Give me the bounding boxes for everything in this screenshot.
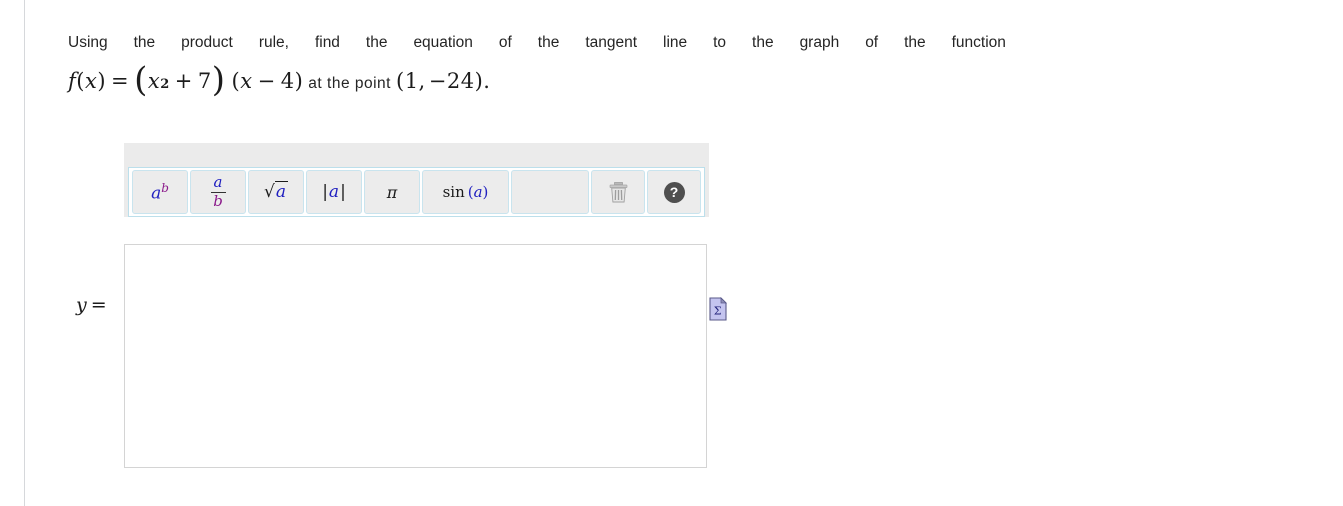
page-left-rule: [24, 0, 25, 506]
exponent-button[interactable]: ab: [132, 170, 188, 214]
math-preview-icon[interactable]: Σ: [709, 297, 727, 321]
question-word: the: [752, 34, 774, 51]
sine-glyph: sin (a): [442, 183, 489, 201]
point-x: 1,: [404, 69, 426, 93]
formula-var: x: [84, 69, 98, 93]
square-root-button[interactable]: √a: [248, 170, 304, 214]
question-word: the: [904, 34, 926, 51]
formula-paren: (: [231, 69, 241, 93]
formula-fx: f: [68, 69, 77, 93]
absolute-value-button[interactable]: |a|: [306, 170, 362, 214]
question-line-1: Using the product rule, find the equatio…: [68, 25, 1006, 61]
formula-paren: ): [97, 69, 107, 93]
clear-button[interactable]: [591, 170, 645, 214]
math-toolbar: ab a b √a |a| π sin (a) ?: [131, 170, 702, 214]
point-paren-open: (: [395, 69, 405, 93]
question-word: tangent: [585, 34, 638, 51]
formula-factor-const: 4: [280, 69, 295, 93]
question-text: Using the product rule, find the equatio…: [68, 25, 1008, 103]
formula-factor-var: x: [240, 69, 253, 93]
sine-button[interactable]: sin (a): [422, 170, 509, 214]
fraction-glyph: a b: [210, 174, 226, 209]
question-word: to: [713, 34, 727, 51]
help-button[interactable]: ?: [647, 170, 701, 214]
question-word: product: [181, 34, 233, 51]
question-word: the: [537, 34, 560, 51]
formula-paren: ): [294, 69, 304, 93]
question-word: find: [314, 34, 340, 51]
point-paren-close: ): [474, 69, 484, 93]
exponent-glyph: ab: [151, 180, 169, 204]
question-word: of: [865, 34, 879, 51]
absolute-value-glyph: |a|: [322, 182, 346, 202]
formula-term-exponent: 2: [160, 77, 170, 92]
question-word: function: [951, 34, 1006, 51]
square-root-glyph: √a: [264, 181, 288, 202]
answer-area: [124, 244, 709, 470]
answer-prefix-label: y =: [76, 294, 107, 316]
question-word: Using: [68, 34, 108, 51]
answer-input[interactable]: [124, 244, 707, 468]
math-toolbar-container: ab a b √a |a| π sin (a) ?: [128, 167, 705, 217]
question-word: line: [663, 34, 688, 51]
formula-term-const: 7: [197, 69, 212, 93]
answer-prefix-equals: =: [90, 294, 107, 316]
formula-minus: −: [257, 69, 276, 93]
answer-prefix-y: y: [76, 294, 87, 316]
question-word: the: [133, 34, 156, 51]
point-y: −24: [428, 69, 475, 93]
toolbar-spacer: [511, 170, 589, 214]
trash-icon: [609, 181, 628, 203]
help-icon: ?: [663, 181, 685, 203]
formula-plus: +: [174, 69, 193, 93]
formula-tail-text: at the point: [308, 75, 391, 92]
question-word: the: [365, 34, 388, 51]
formula-equals: =: [111, 69, 130, 93]
pi-button[interactable]: π: [364, 170, 420, 214]
pi-glyph: π: [386, 182, 398, 202]
math-editor-panel: ab a b √a |a| π sin (a) ?: [124, 143, 709, 217]
formula-period: .: [483, 69, 491, 93]
sigma-glyph: Σ: [714, 305, 722, 318]
fraction-button[interactable]: a b: [190, 170, 246, 214]
question-word: rule,: [258, 34, 289, 51]
question-formula: f ( x ) = ( x2 + 7 ) ( x − 4 ) at the po…: [68, 63, 1008, 103]
formula-paren: (: [76, 69, 85, 93]
formula-term-var: x: [147, 69, 161, 93]
question-word: of: [498, 34, 512, 51]
question-word: graph: [799, 34, 840, 51]
question-word: equation: [413, 34, 473, 51]
